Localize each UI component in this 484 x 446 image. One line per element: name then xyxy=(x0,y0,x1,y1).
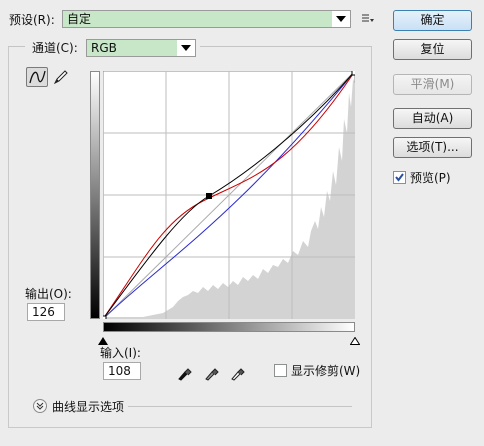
auto-button[interactable]: 自动(A) xyxy=(393,108,472,129)
preset-value: 自定 xyxy=(63,11,332,27)
output-field[interactable]: 126 xyxy=(27,303,65,321)
curve-display-options-label[interactable]: 曲线显示选项 xyxy=(52,400,124,414)
gray-point-eyedropper-icon[interactable] xyxy=(203,363,219,381)
ok-button[interactable]: 确定 xyxy=(393,10,472,31)
white-point-eyedropper-icon[interactable] xyxy=(229,363,245,381)
pencil-tool-icon[interactable] xyxy=(52,68,70,86)
show-clipping-checkbox[interactable] xyxy=(274,364,287,377)
input-label: 输入(I): xyxy=(100,346,141,360)
preview-checkbox[interactable] xyxy=(393,171,406,184)
preset-dropdown[interactable]: 自定 xyxy=(62,10,351,28)
chevron-down-icon xyxy=(332,11,350,27)
curve-graph[interactable] xyxy=(103,71,355,319)
input-gradient-bar xyxy=(103,322,355,332)
black-point-slider[interactable] xyxy=(98,334,108,345)
white-point-slider[interactable] xyxy=(349,334,361,345)
chevron-down-icon xyxy=(177,40,195,56)
input-field[interactable]: 108 xyxy=(103,362,141,380)
curve-point-tool-icon[interactable] xyxy=(26,67,48,87)
groupbox-top-border-right xyxy=(200,46,372,47)
expand-chevron-icon[interactable] xyxy=(33,399,47,413)
show-clipping-label: 显示修剪(W) xyxy=(291,364,361,378)
preset-label: 预设(R): xyxy=(9,13,55,27)
groupbox-top-border-left xyxy=(8,46,25,47)
smooth-button[interactable]: 平滑(M) xyxy=(393,74,472,95)
channel-dropdown[interactable]: RGB xyxy=(86,39,196,57)
curve-control-point[interactable] xyxy=(206,193,212,199)
options-divider xyxy=(128,406,352,407)
preset-options-icon[interactable] xyxy=(361,13,375,25)
channel-label: 通道(C): xyxy=(32,41,78,55)
channel-value: RGB xyxy=(87,40,177,56)
black-point-eyedropper-icon[interactable] xyxy=(176,363,192,381)
output-label: 输出(O): xyxy=(25,287,72,301)
options-button[interactable]: 选项(T)... xyxy=(393,137,472,158)
reset-button[interactable]: 复位 xyxy=(393,39,472,60)
output-gradient-bar xyxy=(90,71,100,319)
curve-endpoint-white[interactable] xyxy=(351,71,355,76)
preview-label: 预览(P) xyxy=(410,171,451,185)
curve-endpoint-black[interactable] xyxy=(103,315,107,319)
